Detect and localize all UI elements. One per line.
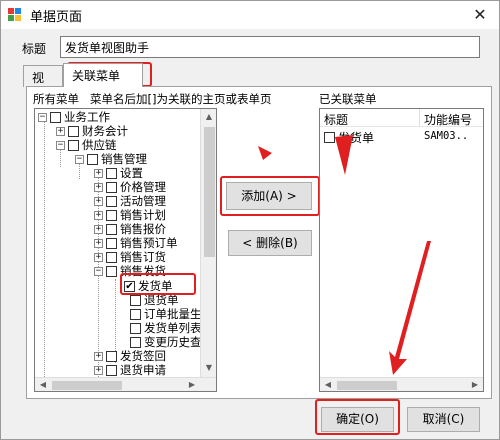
tree-node[interactable]: + 销售计划 xyxy=(94,208,166,222)
tree-checkbox[interactable] xyxy=(130,308,141,320)
tree-checkbox[interactable] xyxy=(50,111,61,123)
scroll-thumb[interactable] xyxy=(52,381,122,390)
scroll-left-icon[interactable]: ◀ xyxy=(36,378,50,391)
collapse-icon[interactable]: − xyxy=(94,266,103,276)
expand-icon[interactable]: + xyxy=(56,126,65,136)
annotation-arrow-ok xyxy=(389,241,431,375)
tree-horizontal-scrollbar[interactable]: ◀ ▶ xyxy=(35,377,216,391)
expand-icon[interactable]: + xyxy=(94,351,103,361)
title-bar: 单据页面 ✕ xyxy=(1,1,499,29)
scroll-thumb[interactable] xyxy=(337,381,397,390)
tree-node[interactable]: 订单批量生 xyxy=(130,307,202,321)
collapse-icon[interactable]: − xyxy=(75,154,84,164)
scroll-right-icon[interactable]: ▶ xyxy=(468,378,482,391)
tree-node[interactable]: + 退货申请 xyxy=(94,363,166,377)
cancel-button[interactable]: 取消(C) xyxy=(407,407,480,432)
tab-view[interactable]: 视图 xyxy=(23,65,63,102)
tree-checkbox[interactable] xyxy=(106,237,117,249)
tab-related-menu[interactable]: 关联菜单 xyxy=(63,63,143,87)
expand-icon[interactable]: + xyxy=(94,238,103,248)
tree-checkbox[interactable] xyxy=(68,125,79,137)
expand-icon[interactable]: + xyxy=(94,252,103,262)
tree-node[interactable]: + 销售预订单 xyxy=(94,236,178,250)
title-input[interactable]: 发货单视图助手 xyxy=(60,36,480,58)
tree-checkbox[interactable] xyxy=(68,139,79,151)
tree-node[interactable]: 退货单 xyxy=(130,293,179,307)
expand-icon[interactable]: + xyxy=(94,224,103,234)
tree-checkbox[interactable] xyxy=(106,181,117,193)
expand-icon[interactable]: + xyxy=(94,196,103,206)
list-horizontal-scrollbar[interactable]: ◀ ▶ xyxy=(320,377,483,391)
highlight-delivery-node xyxy=(120,273,196,295)
scroll-up-icon[interactable]: ▲ xyxy=(202,110,216,124)
scroll-right-icon[interactable]: ▶ xyxy=(185,378,199,391)
expand-icon[interactable]: + xyxy=(94,210,103,220)
tree-node[interactable]: + 发货签回 xyxy=(94,349,166,363)
dialog-window: 单据页面 ✕ 标题 发货单视图助手 视图 关联菜单 所有菜单 菜单名后加[]为关… xyxy=(0,0,500,440)
delete-button[interactable]: < 删除(B) xyxy=(228,230,312,256)
annotation-arrow-list xyxy=(335,135,353,175)
app-icon xyxy=(8,8,22,22)
tree-node[interactable]: 变更历史查 xyxy=(130,335,202,349)
tree-node[interactable]: 发货单列表 xyxy=(130,321,202,335)
scroll-left-icon[interactable]: ◀ xyxy=(321,378,335,391)
scroll-down-icon[interactable]: ▼ xyxy=(202,361,216,375)
highlight-add-button xyxy=(220,176,320,216)
scroll-thumb[interactable] xyxy=(204,127,215,257)
tree-checkbox[interactable] xyxy=(106,265,117,277)
tree-vertical-scrollbar[interactable]: ▲ ▼ xyxy=(200,109,216,377)
expand-icon[interactable]: + xyxy=(94,168,103,178)
tree-checkbox[interactable] xyxy=(106,209,117,221)
tree-checkbox[interactable] xyxy=(130,336,141,348)
tree-checkbox[interactable] xyxy=(106,223,117,235)
tree-node[interactable]: − 供应链 xyxy=(56,138,117,152)
annotation-arrow-add xyxy=(258,146,272,160)
all-menus-heading: 所有菜单 菜单名后加[]为关联的主页或表单页 xyxy=(33,92,272,106)
tree-node[interactable]: + 销售订货 xyxy=(94,250,166,264)
highlight-ok-button xyxy=(315,399,400,435)
window-title: 单据页面 xyxy=(30,9,83,25)
tree-node[interactable]: + 活动管理 xyxy=(94,194,166,208)
tree-node[interactable]: + 价格管理 xyxy=(94,180,166,194)
menu-tree[interactable]: − 业务工作 + 财务会计 − 供应链 − 销售管理 + 设置 + 价格管理 +… xyxy=(34,108,217,392)
collapse-icon[interactable]: − xyxy=(56,140,65,150)
tree-node-label: 退货申请 xyxy=(120,363,166,377)
tree-checkbox[interactable] xyxy=(106,364,117,376)
list-item-code: SAM03.. xyxy=(424,130,469,142)
tree-checkbox[interactable] xyxy=(130,322,141,334)
collapse-icon[interactable]: − xyxy=(38,112,47,122)
column-header-title[interactable]: 标题 xyxy=(320,109,420,127)
related-menus-heading: 已关联菜单 xyxy=(319,92,377,106)
tree-node[interactable]: − 销售管理 xyxy=(75,152,147,166)
close-icon[interactable]: ✕ xyxy=(469,5,491,25)
tree-node[interactable]: + 设置 xyxy=(94,166,143,180)
title-label: 标题 xyxy=(22,42,47,56)
column-header-code[interactable]: 功能编号 xyxy=(420,109,483,127)
expand-icon[interactable]: + xyxy=(94,365,103,375)
expand-icon[interactable]: + xyxy=(94,182,103,192)
tree-checkbox[interactable] xyxy=(106,195,117,207)
tree-node[interactable]: + 销售报价 xyxy=(94,222,166,236)
tree-checkbox[interactable] xyxy=(106,167,117,179)
tree-node[interactable]: − 业务工作 xyxy=(38,110,110,124)
tree-checkbox[interactable] xyxy=(106,251,117,263)
tree-checkbox[interactable] xyxy=(106,350,117,362)
tree-checkbox[interactable] xyxy=(130,294,141,306)
tree-checkbox[interactable] xyxy=(87,153,98,165)
tree-node[interactable]: + 财务会计 xyxy=(56,124,128,138)
